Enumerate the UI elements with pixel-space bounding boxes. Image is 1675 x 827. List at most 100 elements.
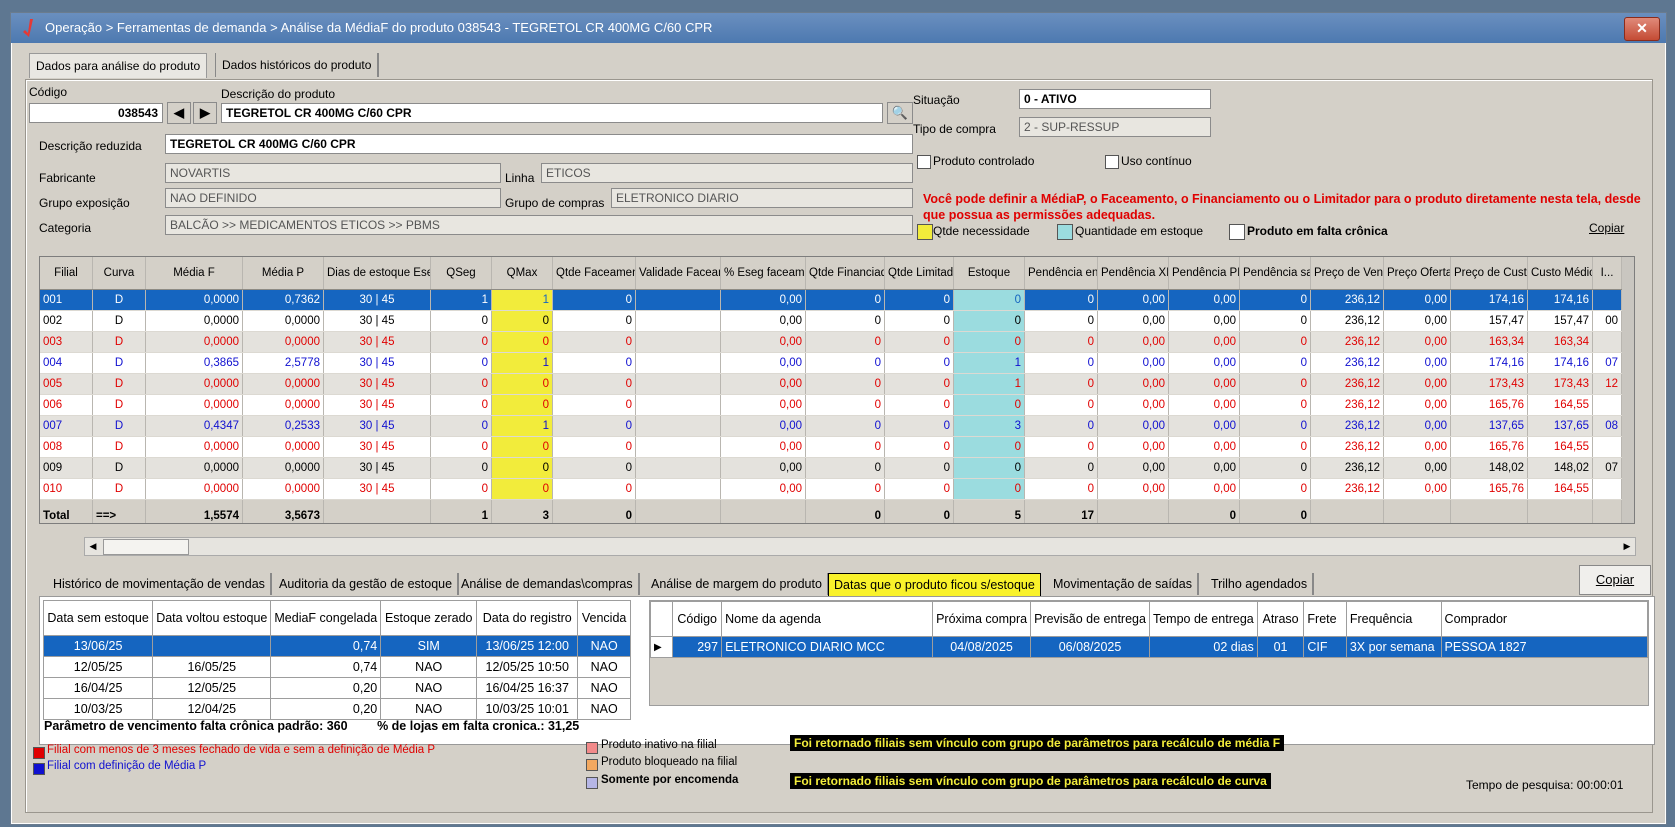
grid-header-cell[interactable]: Curva	[92, 257, 146, 290]
grid-header-cell[interactable]: Filial	[40, 257, 93, 290]
grid-horizontal-scrollbar[interactable]: ◀ ▶	[84, 537, 1636, 556]
pct-lojas-text: % de lojas em falta cronica.: 31,25	[377, 719, 580, 733]
branch-cell: 163,34	[1450, 331, 1528, 353]
search-icon[interactable]: 🔍	[887, 102, 913, 124]
branch-cell: 30 | 45	[323, 373, 431, 395]
prev-product-icon[interactable]: ◀	[167, 102, 191, 124]
grid-header-cell[interactable]: I...	[1592, 257, 1622, 290]
agenda-header-cell[interactable]: Frequência	[1345, 601, 1442, 637]
grid-header-cell[interactable]: Média F	[145, 257, 243, 290]
agenda-header-cell[interactable]: Atraso	[1256, 601, 1305, 637]
branch-row[interactable]: 001 D 0,0000 0,7362 30 | 45 1 1 0 0,00 0 0 0 0 0,00 0,…	[40, 289, 1622, 311]
grid-header-cell[interactable]: Qtde Faceamento	[552, 257, 636, 290]
grid-header-cell[interactable]: Dias de estoque Eseg | Emax	[323, 257, 431, 290]
grid-header-cell[interactable]: Qtde Limitada	[884, 257, 954, 290]
stock-header-cell[interactable]: Data do registro	[476, 600, 579, 636]
copy-grid-button[interactable]: Copiar	[1589, 221, 1624, 235]
branch-row[interactable]: 008 D 0,0000 0,0000 30 | 45 0 0 0 0,00 0 0 0 0 0,00 0,…	[40, 436, 1622, 458]
tab-dados-analise[interactable]: Dados para análise do produto	[29, 53, 208, 78]
grid-header-cell[interactable]: Custo Médio	[1527, 257, 1593, 290]
grupo-compras-field[interactable]: ELETRONICO DIARIO	[611, 188, 913, 208]
close-button[interactable]: ✕	[1624, 17, 1660, 41]
grid-header-cell[interactable]: Preço de Venda	[1310, 257, 1384, 290]
agenda-row[interactable]: ▶ 297 ELETRONICO DIARIO MCC 04/08/2025 06/08…	[649, 636, 1649, 658]
next-product-icon[interactable]: ▶	[193, 102, 217, 124]
grid-header-cell[interactable]: Preço de Custo	[1450, 257, 1528, 290]
lower-tab[interactable]: Histórico de movimentação de vendas	[48, 573, 272, 595]
lower-tab[interactable]: Trilho agendados	[1206, 573, 1315, 595]
categoria-field[interactable]: BALCÃO >> MEDICAMENTOS ETICOS >> PBMS	[165, 215, 913, 235]
grid-header-cell[interactable]: QSeg	[430, 257, 492, 290]
lower-tab[interactable]: Análise de margem do produto	[646, 573, 829, 595]
grid-header-cell[interactable]: Pendência PBM	[1168, 257, 1240, 290]
situacao-field[interactable]: 0 - ATIVO	[1019, 89, 1211, 109]
lower-tab[interactable]: Datas que o produto ficou s/estoque	[828, 573, 1041, 597]
produto-controlado-label: Produto controlado	[933, 154, 1035, 168]
grupo-exposicao-field[interactable]: NAO DEFINIDO	[165, 188, 501, 208]
agenda-header-cell[interactable]: Próxima compra	[932, 601, 1032, 637]
stock-row[interactable]: 10/03/25 12/04/25 0,20 NAO 10/03/25 10:01 NAO	[42, 698, 631, 720]
stock-header-cell[interactable]: Data voltou estoque	[152, 600, 272, 636]
inativo-swatch	[586, 742, 598, 754]
branch-row[interactable]: 010 D 0,0000 0,0000 30 | 45 0 0 0 0,00 0 0 0 0 0,00 0,…	[40, 478, 1622, 500]
stock-header-cell[interactable]: Vencida	[577, 600, 631, 636]
copy-lower-button[interactable]: Copiar	[1579, 565, 1651, 595]
branch-row[interactable]: 009 D 0,0000 0,0000 30 | 45 0 0 0 0,00 0 0 0 0 0,00 0,…	[40, 457, 1622, 479]
lower-tab[interactable]: Auditoria da gestão de estoque	[274, 573, 460, 595]
grid-header-cell[interactable]: Média P	[242, 257, 324, 290]
grid-header-cell[interactable]: QMax	[491, 257, 553, 290]
agenda-header-cell[interactable]: Código	[672, 601, 723, 637]
uso-continuo-checkbox[interactable]	[1105, 155, 1119, 169]
branch-row[interactable]: 003 D 0,0000 0,0000 30 | 45 0 0 0 0,00 0 0 0 0 0,00 0,…	[40, 331, 1622, 353]
agenda-header-cell[interactable]: Nome da agenda	[721, 601, 934, 637]
scroll-left-icon[interactable]: ◀	[85, 538, 101, 555]
branch-row[interactable]: 006 D 0,0000 0,0000 30 | 45 0 0 0 0,00 0 0 0 0 0,00 0,…	[40, 394, 1622, 416]
grid-header-cell[interactable]: Validade Faceamento	[635, 257, 721, 290]
produto-controlado-checkbox[interactable]	[917, 155, 931, 169]
stock-row[interactable]: 12/05/25 16/05/25 0,74 NAO 12/05/25 10:50 NAO	[42, 656, 631, 678]
branch-cell: 236,12	[1310, 331, 1384, 353]
branch-cell: 137,65	[1527, 415, 1593, 437]
branch-cell: 30 | 45	[323, 415, 431, 437]
agenda-header-cell[interactable]: Previsão de entrega	[1030, 601, 1150, 637]
lower-tab[interactable]: Análise de demandas\compras	[456, 573, 640, 595]
branch-row[interactable]: 007 D 0,4347 0,2533 30 | 45 0 1 0 0,00 0 0 3 0 0,00 0,…	[40, 415, 1622, 437]
grid-header-cell[interactable]: Pendência XML	[1097, 257, 1169, 290]
grid-header-cell[interactable]: Pendência entrada	[1024, 257, 1098, 290]
stock-header-cell[interactable]: Data sem estoque	[42, 600, 154, 636]
stock-header-cell[interactable]: Estoque zerado	[380, 600, 478, 636]
bloqueado-text: Produto bloqueado na filial	[601, 756, 738, 768]
descricao-reduzida-field[interactable]: TEGRETOL CR 400MG C/60 CPR	[165, 134, 913, 154]
branch-cell: 07	[1592, 352, 1622, 374]
grid-header-cell[interactable]: Qtde Financiado	[805, 257, 885, 290]
stock-header-cell[interactable]: MediaF congelada	[270, 600, 382, 636]
branch-row[interactable]: 002 D 0,0000 0,0000 30 | 45 0 0 0 0,00 0 0 0 0 0,00 0,…	[40, 310, 1622, 332]
tab-dados-historicos[interactable]: Dados históricos do produto	[215, 53, 380, 77]
codigo-field[interactable]: 038543	[29, 103, 163, 123]
scroll-right-icon[interactable]: ▶	[1619, 538, 1635, 555]
agenda-cell: 01	[1256, 636, 1305, 658]
lower-tab[interactable]: Movimentação de saídas	[1048, 573, 1199, 595]
agenda-header-cell[interactable]: Tempo de entrega	[1148, 601, 1258, 637]
fabricante-field[interactable]: NOVARTIS	[165, 163, 501, 183]
agenda-cell: 297	[672, 636, 723, 658]
agenda-cell: 04/08/2025	[932, 636, 1032, 658]
scroll-thumb[interactable]	[103, 539, 189, 555]
agenda-header-cell[interactable]: Frete	[1303, 601, 1347, 637]
grid-header-cell[interactable]: Preço Oferta	[1383, 257, 1451, 290]
linha-field[interactable]: ETICOS	[541, 163, 913, 183]
stock-row[interactable]: 16/04/25 12/05/25 0,20 NAO 16/04/25 16:37 NAO	[42, 677, 631, 699]
branch-cell: 002	[40, 310, 93, 332]
grid-header-cell[interactable]: Estoque	[953, 257, 1025, 290]
stock-row[interactable]: 13/06/25 0,74 SIM 13/06/25 12:00 NAO	[42, 635, 631, 657]
agenda-header-cell[interactable]: Comprador	[1440, 601, 1649, 637]
total-cell	[1592, 499, 1622, 523]
categoria-label: Categoria	[39, 221, 92, 235]
grid-header-cell[interactable]: Pendência saída	[1239, 257, 1311, 290]
branch-row[interactable]: 005 D 0,0000 0,0000 30 | 45 0 0 0 0,00 0 0 1 0 0,00 0,…	[40, 373, 1622, 395]
grid-header-cell[interactable]: % Eseg faceamento	[720, 257, 806, 290]
descricao-field[interactable]: TEGRETOL CR 400MG C/60 CPR	[221, 103, 883, 123]
branch-row[interactable]: 004 D 0,3865 2,5778 30 | 45 0 1 0 0,00 0 0 1 0 0,00 0,…	[40, 352, 1622, 374]
tipo-compra-field[interactable]: 2 - SUP-RESSUP	[1019, 117, 1211, 137]
branch-cell: 0	[805, 436, 885, 458]
